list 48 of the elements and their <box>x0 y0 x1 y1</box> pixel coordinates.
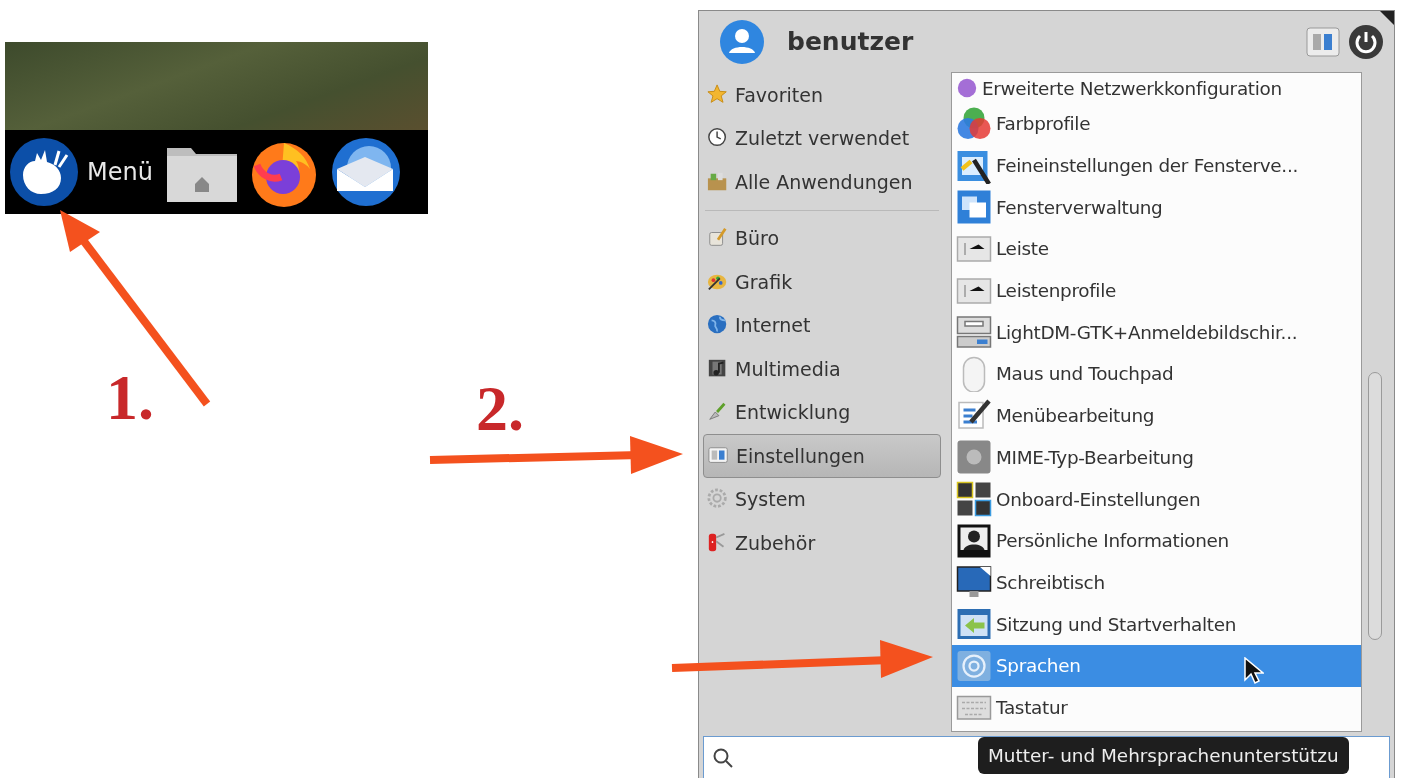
user-avatar-icon <box>719 18 765 65</box>
category-item[interactable]: Büro <box>703 216 941 260</box>
scrollbar-thumb[interactable] <box>1368 372 1382 640</box>
app-item[interactable]: Persönliche Informationen <box>952 519 1361 562</box>
toolbox-icon <box>707 170 729 193</box>
places-item[interactable]: Zuletzt verwendet <box>703 116 941 160</box>
keyboard-keys-icon <box>956 481 992 518</box>
app-item[interactable]: Onboard-Einstellungen <box>952 478 1361 520</box>
category-item[interactable]: Zubehör <box>703 521 941 565</box>
app-item[interactable]: LightDM-GTK+Anmeldebildschir... <box>952 311 1361 354</box>
windows-icon <box>956 189 992 226</box>
app-item[interactable]: Sitzung und Startverhalten <box>952 603 1361 645</box>
app-item[interactable]: MIME-Typ-Bearbeitung <box>952 436 1361 479</box>
category-item[interactable]: Internet <box>703 303 941 347</box>
power-button[interactable] <box>1348 23 1384 60</box>
gear-icon <box>707 488 729 511</box>
places-item[interactable]: Favoriten <box>703 73 941 117</box>
mouse-pointer-icon <box>1244 656 1264 685</box>
search-icon <box>712 747 734 769</box>
user-name: benutzer <box>787 27 915 56</box>
person-card-icon <box>956 522 992 559</box>
gear-tile-icon <box>956 439 992 476</box>
app-item[interactable]: Leiste <box>952 228 1361 270</box>
step-number: 1. <box>106 366 154 430</box>
places-item[interactable]: Alle Anwendungen <box>703 160 941 204</box>
step-number: 2. <box>476 377 524 441</box>
star-icon <box>707 83 729 106</box>
app-item[interactable]: Leistenprofile <box>952 269 1361 312</box>
category-item[interactable]: Entwicklung <box>703 390 941 434</box>
app-item[interactable]: Tastatur <box>952 686 1361 729</box>
app-item[interactable]: Schreibtisch <box>952 561 1361 604</box>
app-item[interactable]: Maus und Touchpad <box>952 353 1361 395</box>
tooltip: Mutter- und Mehrsprachenunterstützu <box>978 737 1349 774</box>
color-circles-icon <box>956 105 992 142</box>
app-item[interactable]: Feineinstellungen der Fensterve... <box>952 144 1361 187</box>
login-screen-icon <box>956 314 992 351</box>
category-item[interactable]: Einstellungen <box>703 434 941 478</box>
category-item[interactable]: System <box>703 477 941 521</box>
menu-label[interactable]: Menü <box>87 158 153 186</box>
category-item[interactable]: Grafik <box>703 260 941 304</box>
app-item[interactable]: Erweiterte Netzwerkkonfiguration <box>952 73 1361 103</box>
circle-icon <box>956 77 978 99</box>
settings-panel-button[interactable] <box>1306 26 1340 57</box>
category-item[interactable]: Multimedia <box>703 347 941 391</box>
app-item[interactable]: Menübearbeitung <box>952 394 1361 437</box>
corner-mark <box>1380 11 1394 25</box>
app-item[interactable]: Farbprofile <box>952 103 1361 145</box>
app-item[interactable]: Fensterverwaltung <box>952 186 1361 229</box>
